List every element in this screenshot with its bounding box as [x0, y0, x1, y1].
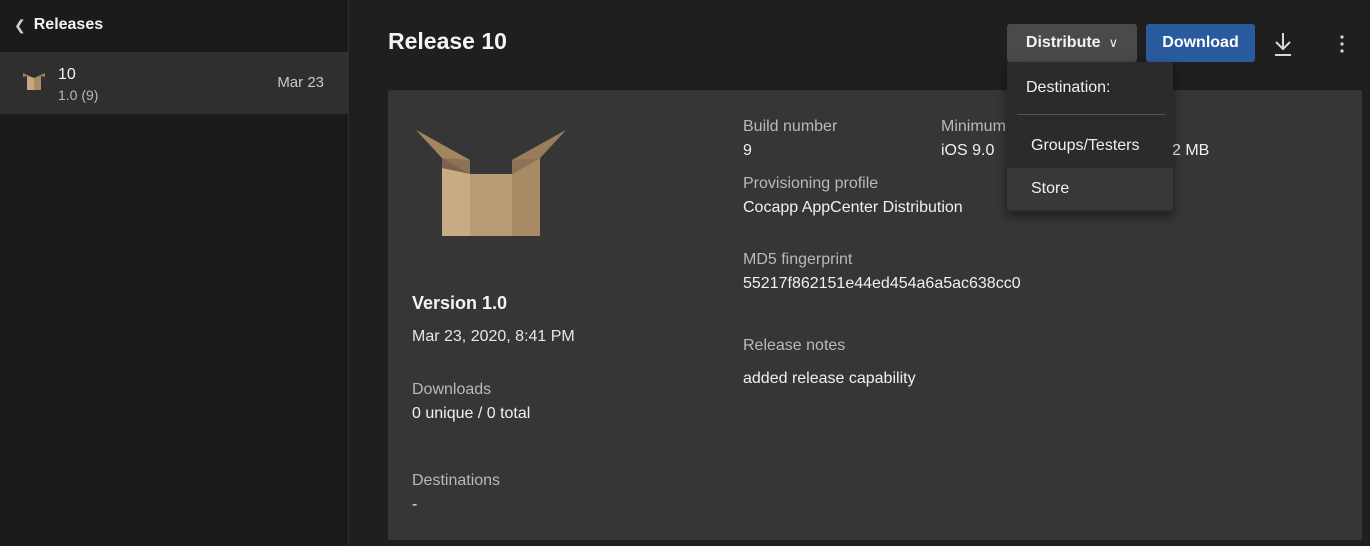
destinations-value: -	[412, 496, 418, 513]
provisioning-profile-value: Cocapp AppCenter Distribution	[743, 199, 963, 216]
release-item-subtitle: 1.0 (9)	[58, 87, 99, 103]
menu-item-store[interactable]: Store	[1007, 168, 1173, 210]
back-to-releases[interactable]: ❮ Releases	[0, 0, 348, 50]
provisioning-profile-label: Provisioning profile	[743, 175, 879, 192]
release-item-date: Mar 23	[277, 74, 324, 91]
downloads-label: Downloads	[412, 381, 492, 398]
md5-label: MD5 fingerprint	[743, 251, 853, 268]
distribute-button[interactable]: Distribute ∨	[1007, 24, 1137, 62]
box-icon	[416, 130, 566, 236]
back-label: Releases	[33, 16, 104, 33]
distribute-label: Distribute	[1025, 34, 1101, 51]
md5-value: 55217f862151e44ed454a6a5ac638cc0	[743, 275, 1021, 292]
release-date: Mar 23, 2020, 8:41 PM	[412, 328, 575, 345]
build-number-label: Build number	[743, 118, 838, 135]
menu-item-groups-testers[interactable]: Groups/Testers	[1007, 125, 1173, 167]
box-icon	[23, 73, 45, 90]
minimum-os-value: iOS 9.0	[941, 142, 995, 159]
build-number-value: 9	[743, 142, 752, 159]
downloads-value: 0 unique / 0 total	[412, 405, 531, 422]
app-size-value: 2 MB	[1172, 142, 1210, 159]
chevron-down-icon: ∨	[1108, 35, 1119, 50]
chevron-left-icon: ❮	[14, 16, 26, 33]
release-item-title: 10	[58, 66, 76, 83]
distribute-dropdown: Destination: Groups/Testers Store	[1007, 62, 1173, 212]
release-list-item[interactable]: 10 1.0 (9) Mar 23	[0, 52, 348, 114]
release-details-card: Version 1.0 Mar 23, 2020, 8:41 PM Downlo…	[388, 90, 1362, 540]
destinations-label: Destinations	[412, 472, 501, 489]
release-notes-label: Release notes	[743, 337, 846, 354]
release-notes-value: added release capability	[743, 370, 916, 387]
more-vertical-icon[interactable]	[1330, 28, 1354, 60]
divider	[1017, 114, 1165, 115]
minimum-os-label: Minimum	[941, 118, 1006, 135]
download-icon[interactable]	[1268, 28, 1298, 60]
destination-heading: Destination:	[1026, 79, 1111, 96]
sidebar: ❮ Releases 10 1.0 (9) Mar 23	[0, 0, 349, 546]
download-button[interactable]: Download	[1146, 24, 1255, 62]
version-title: Version 1.0	[412, 293, 508, 313]
download-label: Download	[1162, 34, 1239, 51]
page-title: Release 10	[388, 28, 507, 54]
